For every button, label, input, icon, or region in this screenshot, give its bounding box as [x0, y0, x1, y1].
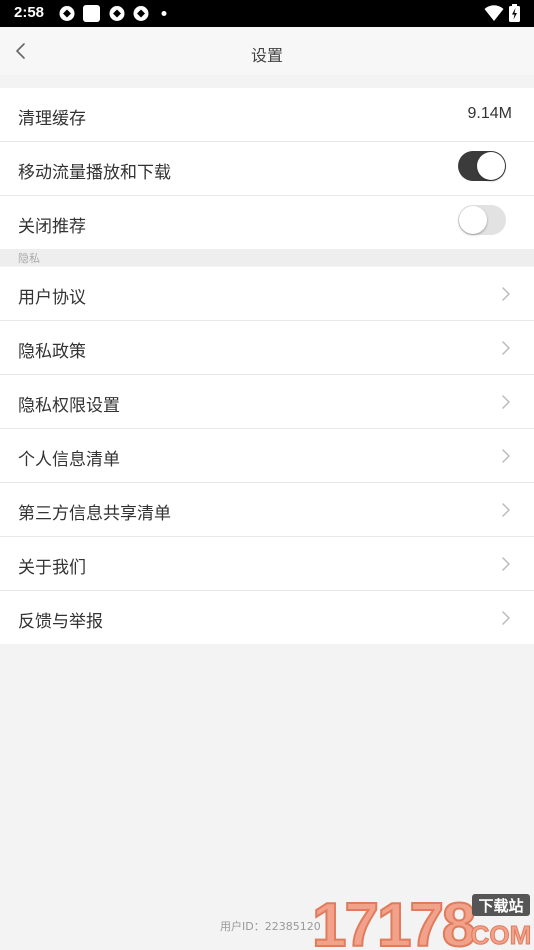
cloud-sync-icon — [59, 6, 75, 21]
recommend-toggle[interactable] — [458, 205, 506, 235]
chevron-right-icon — [502, 341, 510, 355]
watermark-domain: COM — [471, 920, 532, 950]
chevron-right-icon — [502, 449, 510, 463]
chevron-right-icon — [502, 557, 510, 571]
cache-size-value: 9.14M — [467, 105, 512, 122]
list-item-personal-info[interactable]: 个人信息清单 — [0, 429, 534, 483]
svg-text:17178: 17178 — [312, 891, 475, 950]
battery-charging-icon — [509, 4, 520, 22]
chevron-right-icon — [502, 503, 510, 517]
list-item-label: 隐私政策 — [18, 342, 86, 362]
user-id-text: 用户ID：22385120 — [220, 920, 321, 933]
list-item-about-us[interactable]: 关于我们 — [0, 537, 534, 591]
recommend-label: 关闭推荐 — [18, 217, 86, 237]
general-settings-section: 清理缓存 9.14M 移动流量播放和下载 关闭推荐 — [0, 88, 534, 249]
privacy-header-label: 隐私 — [18, 252, 40, 265]
toggle-knob — [477, 152, 505, 180]
clear-cache-row[interactable]: 清理缓存 9.14M — [0, 88, 534, 142]
dot-icon — [161, 11, 167, 16]
status-bar: 2:58 — [0, 0, 534, 27]
mobile-data-toggle[interactable] — [458, 151, 506, 181]
chevron-right-icon — [502, 287, 510, 301]
list-item-privacy-permissions[interactable]: 隐私权限设置 — [0, 375, 534, 429]
list-item-privacy-policy[interactable]: 隐私政策 — [0, 321, 534, 375]
chevron-right-icon — [502, 395, 510, 409]
site-watermark-logo: 17178 下载站 COM — [311, 890, 532, 950]
cloud-sync-icon — [133, 6, 149, 21]
list-item-third-party-sharing[interactable]: 第三方信息共享清单 — [0, 483, 534, 537]
list-item-label: 反馈与举报 — [18, 612, 103, 632]
clear-cache-label: 清理缓存 — [18, 109, 86, 129]
page-title: 设置 — [250, 46, 283, 65]
list-item-label: 用户协议 — [18, 288, 86, 308]
list-item-label: 隐私权限设置 — [18, 396, 120, 416]
privacy-section-header: 隐私 — [0, 249, 534, 266]
watermark-sub: 下载站 — [478, 897, 523, 915]
status-time: 2:58 — [14, 4, 45, 21]
toggle-knob — [459, 206, 487, 234]
wifi-icon — [484, 5, 504, 21]
list-item-label: 关于我们 — [18, 558, 86, 578]
list-item-label: 个人信息清单 — [18, 450, 120, 470]
mobile-data-label: 移动流量播放和下载 — [18, 163, 171, 183]
list-item-user-agreement[interactable]: 用户协议 — [0, 267, 534, 321]
square-notification-icon — [83, 5, 100, 22]
list-item-label: 第三方信息共享清单 — [18, 504, 171, 524]
recommend-row: 关闭推荐 — [0, 196, 534, 249]
list-item-feedback-report[interactable]: 反馈与举报 — [0, 591, 534, 644]
nav-bar: 设置 — [0, 27, 534, 75]
cloud-sync-icon — [109, 6, 125, 21]
privacy-section: 用户协议 隐私政策 隐私权限设置 个人信息清单 第三方信息共享清单 关于我们 反… — [0, 267, 534, 644]
chevron-right-icon — [502, 611, 510, 625]
mobile-data-row: 移动流量播放和下载 — [0, 142, 534, 196]
